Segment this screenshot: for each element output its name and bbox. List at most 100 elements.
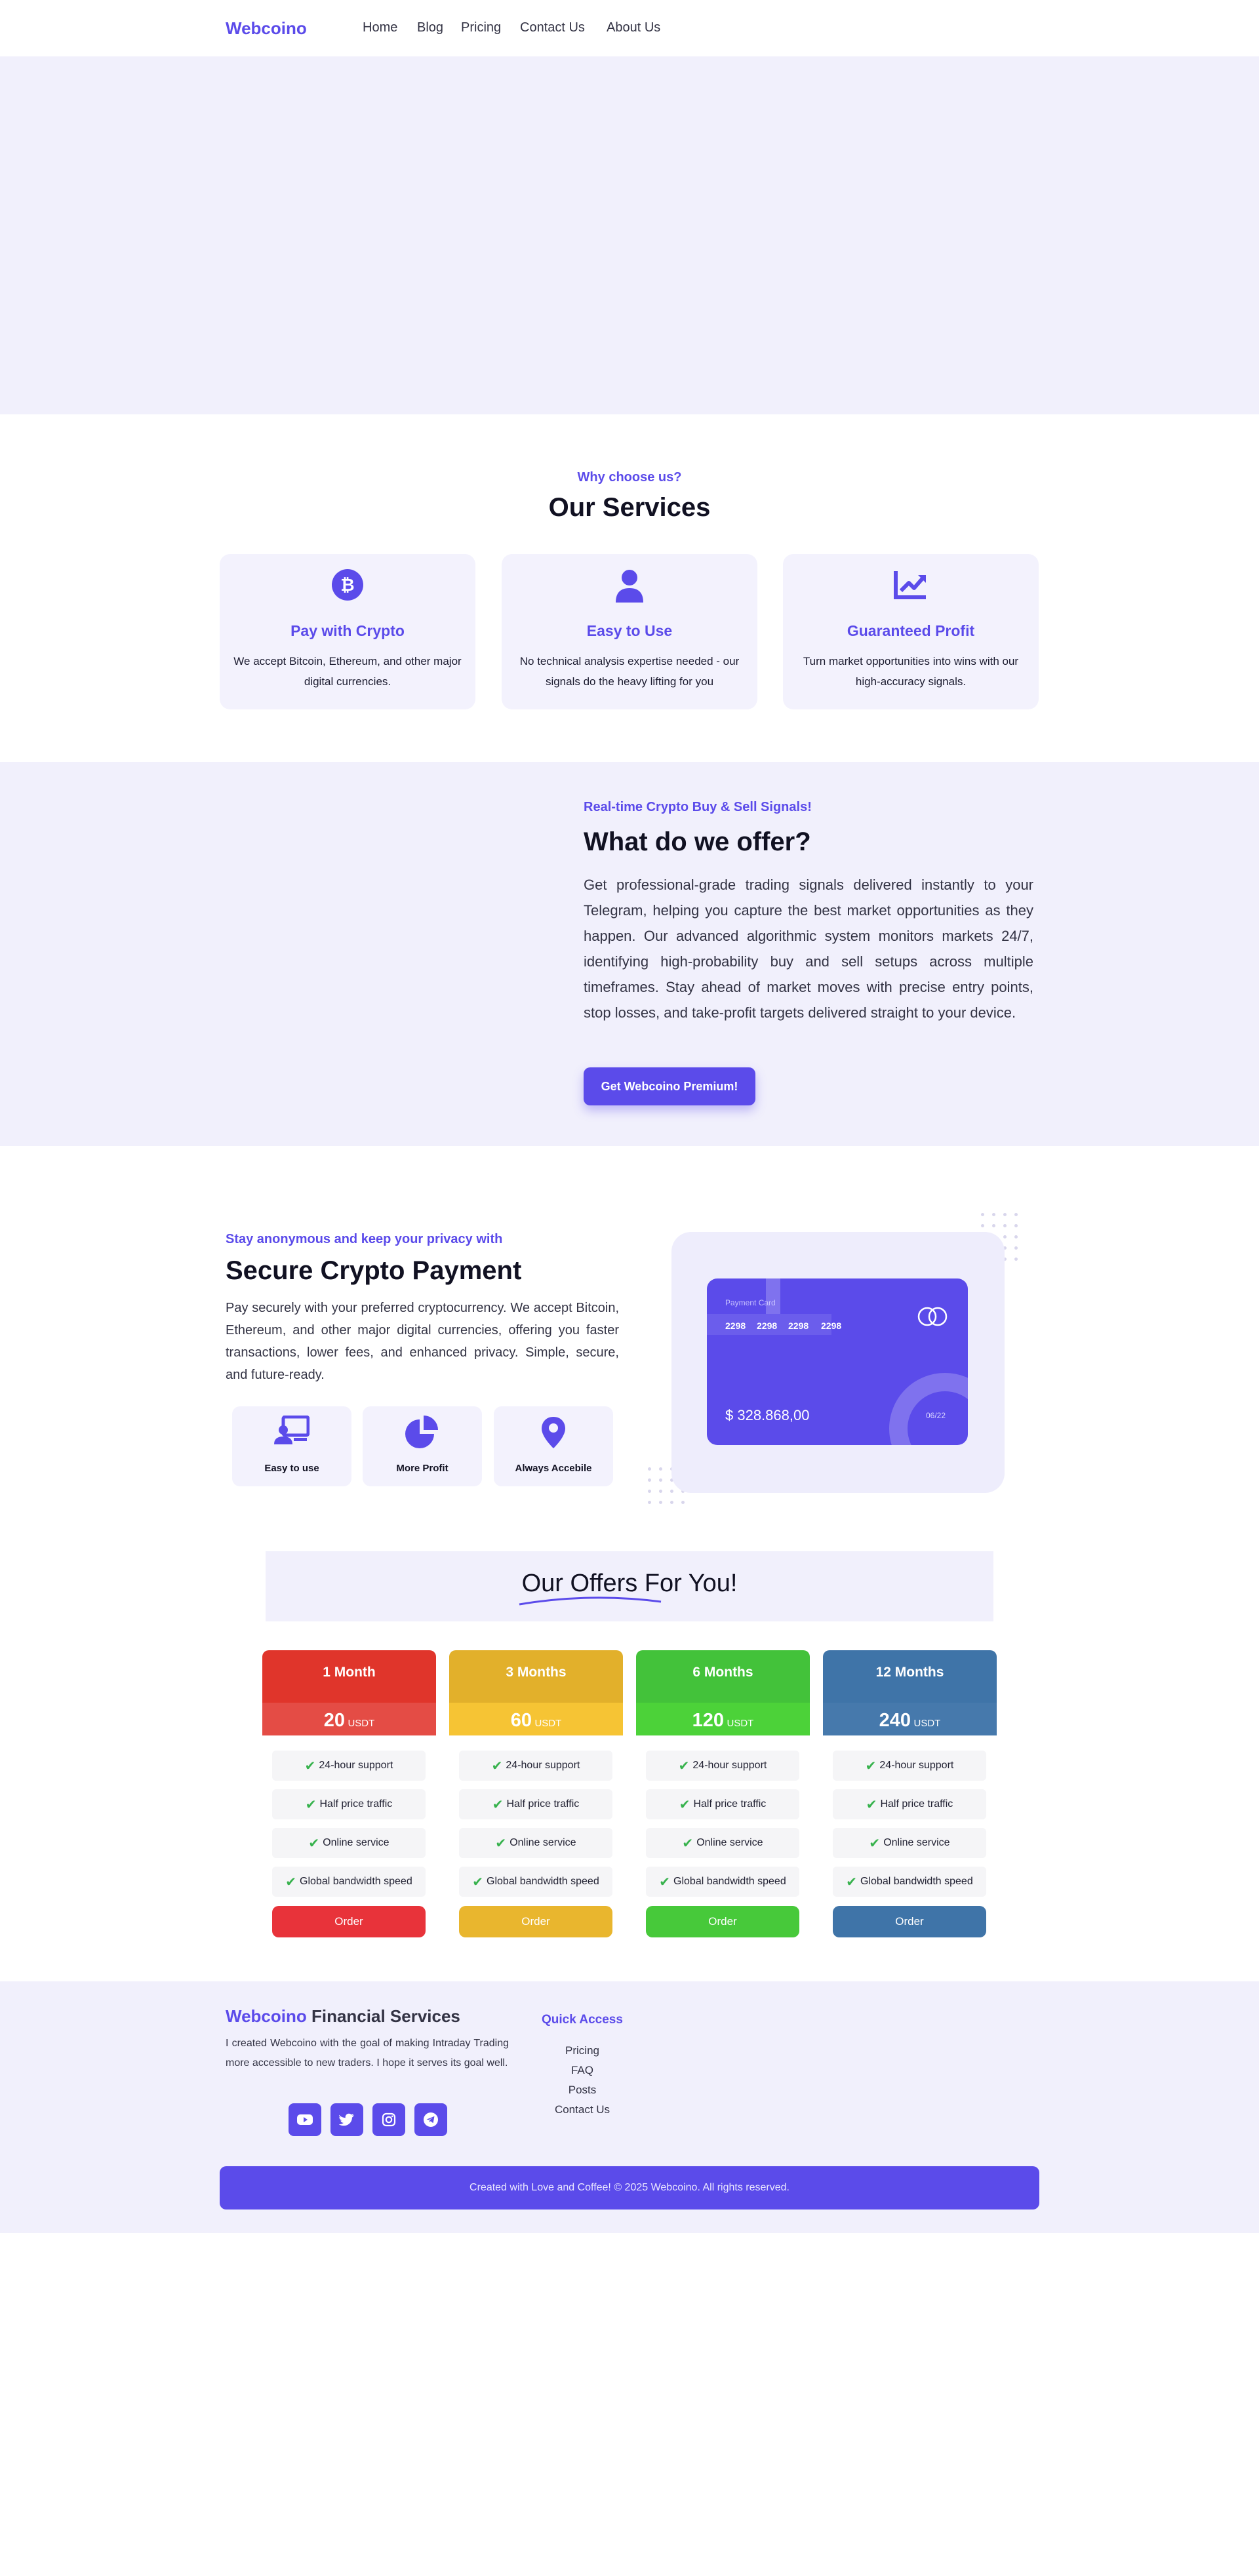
secure-title: Secure Crypto Payment: [226, 1256, 522, 1285]
nav-link-contact[interactable]: Contact Us: [520, 20, 585, 35]
check-icon: ✔: [285, 1874, 297, 1890]
nav-link-about[interactable]: About Us: [607, 20, 660, 35]
service-card-profit: Guaranteed Profit Turn market opportunit…: [783, 554, 1039, 709]
offer-eyebrow: Real-time Crypto Buy & Sell Signals!: [584, 800, 812, 814]
svg-text:₿: ₿: [340, 576, 354, 595]
plan-feature-row: ✔ Half price traffic: [833, 1789, 986, 1819]
footer-link-contact[interactable]: Contact Us: [517, 2103, 648, 2116]
plan-currency: USDT: [727, 1718, 754, 1729]
nav-link-home[interactable]: Home: [363, 20, 397, 35]
twitter-icon[interactable]: [330, 2103, 363, 2136]
copyright-bar: Created with Love and Coffee! © 2025 Web…: [220, 2166, 1039, 2209]
plan-feature-label: 24-hour support: [319, 1760, 393, 1771]
card-number-group-2: 2298: [757, 1320, 778, 1331]
footer: Webcoino Financial Services I created We…: [0, 1981, 1259, 2233]
plan-price: 60 USDT: [449, 1710, 623, 1732]
offers-title-part1: Our Offers: [521, 1570, 638, 1597]
telegram-icon[interactable]: [414, 2103, 447, 2136]
plan-feature-label: Half price traffic: [319, 1798, 393, 1810]
check-icon: ✔: [472, 1874, 484, 1890]
pie-chart-icon: [363, 1416, 482, 1451]
feature-always-accessible: Always Accebile: [494, 1406, 613, 1486]
feature-easy-to-use: Easy to use: [232, 1406, 351, 1486]
get-premium-button[interactable]: Get Webcoino Premium!: [584, 1067, 755, 1105]
plan-header: 6 Months 120 USDT: [636, 1650, 810, 1735]
service-desc: No technical analysis expertise needed -…: [519, 655, 740, 688]
card-number-group-4: 2298: [821, 1320, 842, 1331]
plan-feature-label: 24-hour support: [692, 1760, 767, 1771]
plan-feature-label: Half price traffic: [880, 1798, 953, 1810]
offer-section: Real-time Crypto Buy & Sell Signals! Wha…: [0, 762, 1259, 1146]
footer-title: Webcoino Financial Services: [226, 2006, 460, 2027]
services-eyebrow: Why choose us?: [577, 470, 682, 485]
footer-link-faq[interactable]: FAQ: [517, 2064, 648, 2077]
service-card-easy: Easy to Use No technical analysis expert…: [502, 554, 757, 709]
youtube-icon[interactable]: [289, 2103, 321, 2136]
location-pin-icon: [494, 1416, 613, 1451]
plan-feature-label: Online service: [696, 1837, 763, 1848]
plan-feature-row: ✔ Half price traffic: [459, 1789, 612, 1819]
card-number-group-3: 2298: [788, 1320, 809, 1331]
plan-price-value: 240: [879, 1710, 911, 1731]
check-icon: ✔: [679, 1797, 690, 1812]
plan-feature-label: 24-hour support: [879, 1760, 954, 1771]
chart-line-icon: [783, 568, 1039, 605]
check-icon: ✔: [304, 1758, 316, 1773]
order-button[interactable]: Order: [646, 1906, 799, 1937]
footer-link-posts[interactable]: Posts: [517, 2084, 648, 2097]
plan-header: 12 Months 240 USDT: [823, 1650, 997, 1735]
plan-feature-label: Half price traffic: [693, 1798, 767, 1810]
plan-price: 20 USDT: [262, 1710, 436, 1732]
plan-feature-row: ✔ Half price traffic: [272, 1789, 426, 1819]
service-desc: Turn market opportunities into wins with…: [803, 655, 1019, 688]
check-icon: ✔: [495, 1836, 507, 1851]
plan-feature-row: ✔ Global bandwidth speed: [833, 1867, 986, 1897]
footer-description: I created Webcoino with the goal of maki…: [226, 2038, 509, 2069]
offers-banner: Our Offers For You!: [266, 1551, 993, 1621]
hero-section: [0, 56, 1259, 414]
check-icon: ✔: [866, 1797, 877, 1812]
plan-feature-row: ✔ Online service: [459, 1828, 612, 1858]
offer-title: What do we offer?: [584, 827, 811, 856]
check-icon: ✔: [682, 1836, 694, 1851]
plan-feature-row: ✔ 24-hour support: [833, 1751, 986, 1781]
plan-name: 12 Months: [875, 1665, 944, 1680]
feature-label: Easy to use: [264, 1463, 319, 1474]
card-balance: $ 328.868,00: [725, 1407, 810, 1423]
plan-feature-row: ✔ 24-hour support: [646, 1751, 799, 1781]
footer-link-pricing[interactable]: Pricing: [517, 2044, 648, 2057]
service-title: Pay with Crypto: [290, 622, 405, 639]
plan-feature-row: ✔ Online service: [272, 1828, 426, 1858]
plan-feature-row: ✔ 24-hour support: [459, 1751, 612, 1781]
plan-feature-row: ✔ 24-hour support: [272, 1751, 426, 1781]
plan-currency: USDT: [534, 1718, 562, 1729]
user-icon: [502, 568, 757, 605]
check-icon: ✔: [846, 1874, 858, 1890]
check-icon: ✔: [659, 1874, 671, 1890]
check-icon: ✔: [491, 1758, 503, 1773]
check-icon: ✔: [678, 1758, 690, 1773]
service-card-crypto: ₿ Pay with Crypto We accept Bitcoin, Eth…: [220, 554, 475, 709]
plan-feature-label: Online service: [510, 1837, 576, 1848]
plan-feature-label: Global bandwidth speed: [860, 1876, 973, 1887]
card-ring-decor: [889, 1373, 968, 1445]
services-title: Our Services: [548, 493, 711, 522]
bitcoin-icon: ₿: [220, 568, 475, 605]
plan-price-band: 20 USDT: [262, 1703, 436, 1735]
nav-link-blog[interactable]: Blog: [417, 20, 443, 35]
secure-eyebrow: Stay anonymous and keep your privacy wit…: [226, 1232, 503, 1246]
plan-price-band: 120 USDT: [636, 1703, 810, 1735]
order-button[interactable]: Order: [459, 1906, 612, 1937]
order-button[interactable]: Order: [833, 1906, 986, 1937]
order-button[interactable]: Order: [272, 1906, 426, 1937]
plan-feature-label: Online service: [883, 1837, 950, 1848]
top-navbar: Webcoino Home Blog Pricing Contact Us Ab…: [0, 0, 1259, 56]
nav-link-pricing[interactable]: Pricing: [461, 20, 501, 35]
plan-price-value: 60: [510, 1710, 532, 1731]
plan-name: 3 Months: [506, 1665, 567, 1680]
service-desc: We accept Bitcoin, Ethereum, and other m…: [233, 655, 462, 688]
plan-feature-row: ✔ Online service: [646, 1828, 799, 1858]
brand-logo[interactable]: Webcoino: [226, 18, 307, 39]
instagram-icon[interactable]: [372, 2103, 405, 2136]
offer-description: Get professional-grade trading signals d…: [584, 877, 1033, 1021]
